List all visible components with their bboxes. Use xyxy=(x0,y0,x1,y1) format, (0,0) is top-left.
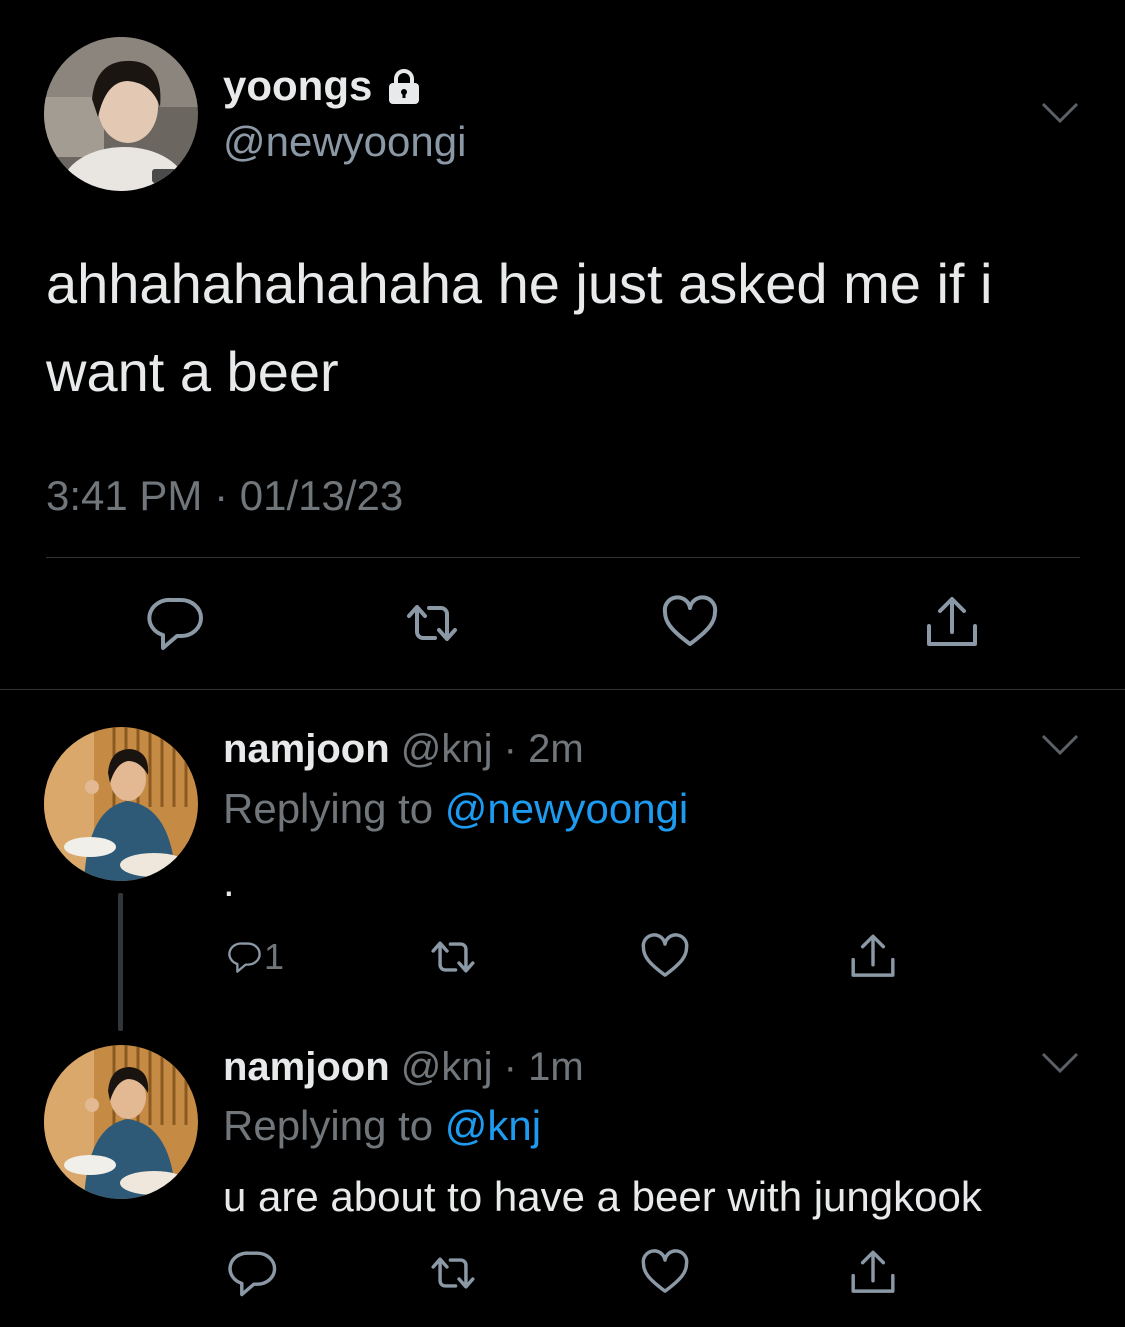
reply-text: u are about to have a beer with jungkook xyxy=(223,1173,982,1220)
share-button[interactable] xyxy=(848,1245,904,1301)
avatar-namjoon[interactable] xyxy=(44,727,198,881)
reply-separator: · xyxy=(492,727,529,771)
mention-link[interactable]: @knj xyxy=(445,1102,541,1149)
like-icon xyxy=(662,595,718,646)
chevron-down-icon[interactable] xyxy=(1040,732,1080,758)
thread-line xyxy=(118,893,123,1031)
reply-handle[interactable]: @knj xyxy=(401,727,493,771)
retweet-button[interactable] xyxy=(428,1245,484,1301)
divider xyxy=(46,557,1080,558)
like-button[interactable] xyxy=(660,593,720,653)
reply-button[interactable]: 1 xyxy=(228,929,284,985)
share-icon xyxy=(851,934,895,977)
reply-display-name[interactable]: namjoon xyxy=(223,727,390,771)
reply-time[interactable]: 2m xyxy=(528,727,584,771)
retweet-icon xyxy=(431,1257,475,1289)
mention-link[interactable]: @newyoongi xyxy=(445,785,688,832)
share-icon xyxy=(851,1250,895,1293)
lock-icon xyxy=(384,66,424,106)
reply-text: . xyxy=(223,858,235,905)
replying-prefix: Replying to xyxy=(223,785,445,832)
reply-button[interactable] xyxy=(146,593,206,653)
avatar-image xyxy=(44,727,198,881)
reply-button[interactable] xyxy=(228,1245,284,1301)
reply-handle[interactable]: @knj xyxy=(401,1045,493,1089)
replying-prefix: Replying to xyxy=(223,1102,445,1149)
chevron-down-icon[interactable] xyxy=(1040,100,1080,126)
share-button[interactable] xyxy=(848,929,904,985)
retweet-button[interactable] xyxy=(428,929,484,985)
retweet-icon xyxy=(407,605,457,641)
share-icon xyxy=(927,597,977,646)
retweet-icon xyxy=(431,941,475,973)
display-name[interactable]: yoongs xyxy=(223,62,424,110)
reply-header: namjoon @knj · 2m xyxy=(223,727,584,772)
reply-icon xyxy=(228,1251,277,1297)
divider xyxy=(0,689,1125,690)
tweet-text: ahhahahahahaha he just asked me if i wan… xyxy=(46,252,993,403)
retweet-button[interactable] xyxy=(402,593,462,653)
handle[interactable]: @newyoongi xyxy=(223,118,466,166)
like-icon xyxy=(641,933,689,977)
avatar-image xyxy=(44,1045,198,1199)
replying-to: Replying to @knj xyxy=(223,1102,541,1150)
reply-header: namjoon @knj · 1m xyxy=(223,1045,584,1090)
tweet-timestamp[interactable]: 3:41 PM · 01/13/23 xyxy=(46,472,403,520)
reply-separator: · xyxy=(492,1045,529,1089)
reply-time[interactable]: 1m xyxy=(528,1045,584,1089)
reply-count: 1 xyxy=(263,936,284,977)
avatar-image xyxy=(44,37,198,191)
avatar-yoongs[interactable] xyxy=(44,37,198,191)
like-button[interactable] xyxy=(640,929,696,985)
share-button[interactable] xyxy=(922,593,982,653)
chevron-down-icon[interactable] xyxy=(1040,1050,1080,1076)
reply-icon xyxy=(147,597,203,650)
like-button[interactable] xyxy=(640,1245,696,1301)
like-icon xyxy=(641,1249,689,1293)
display-name-text[interactable]: yoongs xyxy=(223,62,372,110)
reply-display-name[interactable]: namjoon xyxy=(223,1045,390,1089)
replying-to: Replying to @newyoongi xyxy=(223,785,688,833)
reply-icon xyxy=(228,942,261,973)
avatar-namjoon[interactable] xyxy=(44,1045,198,1199)
